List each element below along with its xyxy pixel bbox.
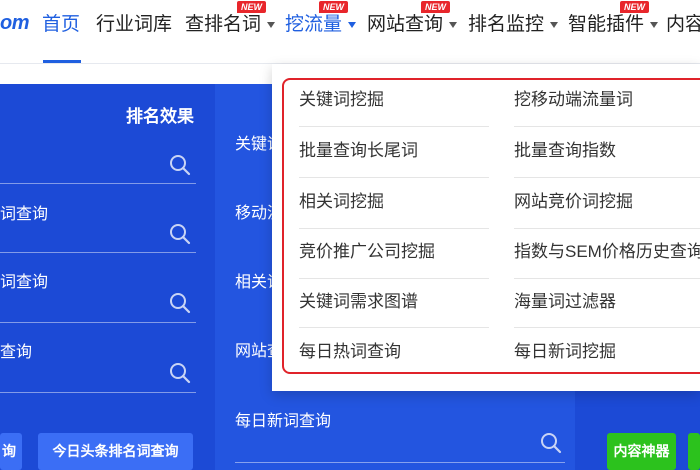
search-input[interactable] [0, 322, 196, 323]
menu-item-batch-index[interactable]: 批量查询指数 [514, 139, 616, 163]
field-label: 词查询 [0, 206, 49, 223]
new-badge: NEW [620, 1, 649, 13]
menu-item-mobile-traffic-words[interactable]: 挖移动端流量词 [514, 88, 633, 112]
toutiao-rank-query-button[interactable]: 今日头条排名词查询 [38, 433, 193, 470]
menu-item-bid-promotion-companies[interactable]: 竞价推广公司挖掘 [299, 240, 435, 264]
search-icon[interactable] [169, 223, 191, 245]
green-button-partial[interactable] [688, 433, 700, 470]
menu-item-related-words[interactable]: 相关词挖掘 [299, 190, 384, 214]
new-badge: NEW [319, 1, 348, 13]
nav-smart-plugins[interactable]: 智能插件 NEW [568, 1, 659, 38]
search-icon[interactable] [169, 292, 191, 314]
menu-divider [299, 177, 489, 178]
caret-down-icon [650, 21, 659, 28]
field-label: 词查询 [0, 274, 49, 291]
top-navigation: om 首页 行业词库 查排名词 NEW 挖流量 NEW 网站查询 NEW 排名监… [0, 0, 700, 64]
active-tab-indicator [43, 60, 81, 63]
nav-dig-traffic[interactable]: 挖流量 NEW [285, 1, 357, 38]
menu-divider [299, 228, 489, 229]
caret-down-icon [550, 21, 559, 28]
new-badge: NEW [421, 1, 450, 13]
search-input[interactable] [0, 252, 196, 253]
caret-down-icon [267, 21, 276, 28]
nav-industry-lexicon-label: 行业词库 [96, 14, 173, 35]
menu-item-keyword-demand-graph[interactable]: 关键词需求图谱 [299, 290, 418, 314]
menu-divider [299, 278, 489, 279]
search-icon[interactable] [169, 362, 191, 384]
nav-industry-lexicon[interactable]: 行业词库 [96, 12, 172, 38]
nav-home-label: 首页 [42, 14, 81, 35]
nav-site-query[interactable]: 网站查询 NEW [367, 1, 458, 38]
menu-divider [514, 327, 700, 328]
nav-dig-traffic-label: 挖流量 [285, 14, 343, 35]
nav-rank-monitor-label: 排名监控 [468, 14, 545, 35]
field-label: 查询 [0, 344, 33, 361]
search-icon[interactable] [540, 432, 562, 454]
search-icon[interactable] [169, 154, 191, 176]
caret-down-icon [348, 21, 357, 28]
menu-item-index-sem-history[interactable]: 指数与SEM价格历史查询 [514, 240, 700, 264]
content-tool-button[interactable]: 内容神器 [607, 433, 676, 470]
nav-rank-words[interactable]: 查排名词 NEW [185, 1, 276, 38]
nav-rank-monitor[interactable]: 排名监控 [468, 12, 559, 38]
query-button[interactable]: 询 [0, 433, 22, 470]
panel-title-rank-effect: 排名效果 [126, 107, 194, 126]
nav-smart-plugins-label: 智能插件 [568, 14, 645, 35]
menu-divider [299, 327, 489, 328]
search-input[interactable] [0, 392, 196, 393]
menu-item-word-filter[interactable]: 海量词过滤器 [514, 290, 616, 314]
menu-item-site-bid-words[interactable]: 网站竞价词挖掘 [514, 190, 633, 214]
new-badge: NEW [237, 1, 266, 13]
menu-divider [514, 228, 700, 229]
menu-item-daily-hot-words[interactable]: 每日热词查询 [299, 340, 401, 364]
menu-divider [514, 177, 700, 178]
nav-content[interactable]: 内容 [666, 12, 700, 38]
menu-item-daily-new-words[interactable]: 每日新词挖掘 [514, 340, 616, 364]
site-logo[interactable]: om [0, 12, 30, 35]
menu-divider [299, 126, 489, 127]
search-input[interactable] [0, 183, 196, 184]
nav-site-query-label: 网站查询 [367, 14, 444, 35]
nav-rank-words-label: 查排名词 [185, 14, 262, 35]
nav-home[interactable]: 首页 [42, 12, 80, 38]
menu-item-batch-long-tail[interactable]: 批量查询长尾词 [299, 139, 418, 163]
menu-item-keyword-mining[interactable]: 关键词挖掘 [299, 88, 384, 112]
menu-divider [514, 278, 700, 279]
search-input[interactable] [235, 462, 565, 463]
field-label-daily-new-words: 每日新词查询 [235, 413, 332, 430]
nav-content-label: 内容 [666, 14, 700, 35]
menu-divider [514, 126, 700, 127]
caret-down-icon [449, 21, 458, 28]
